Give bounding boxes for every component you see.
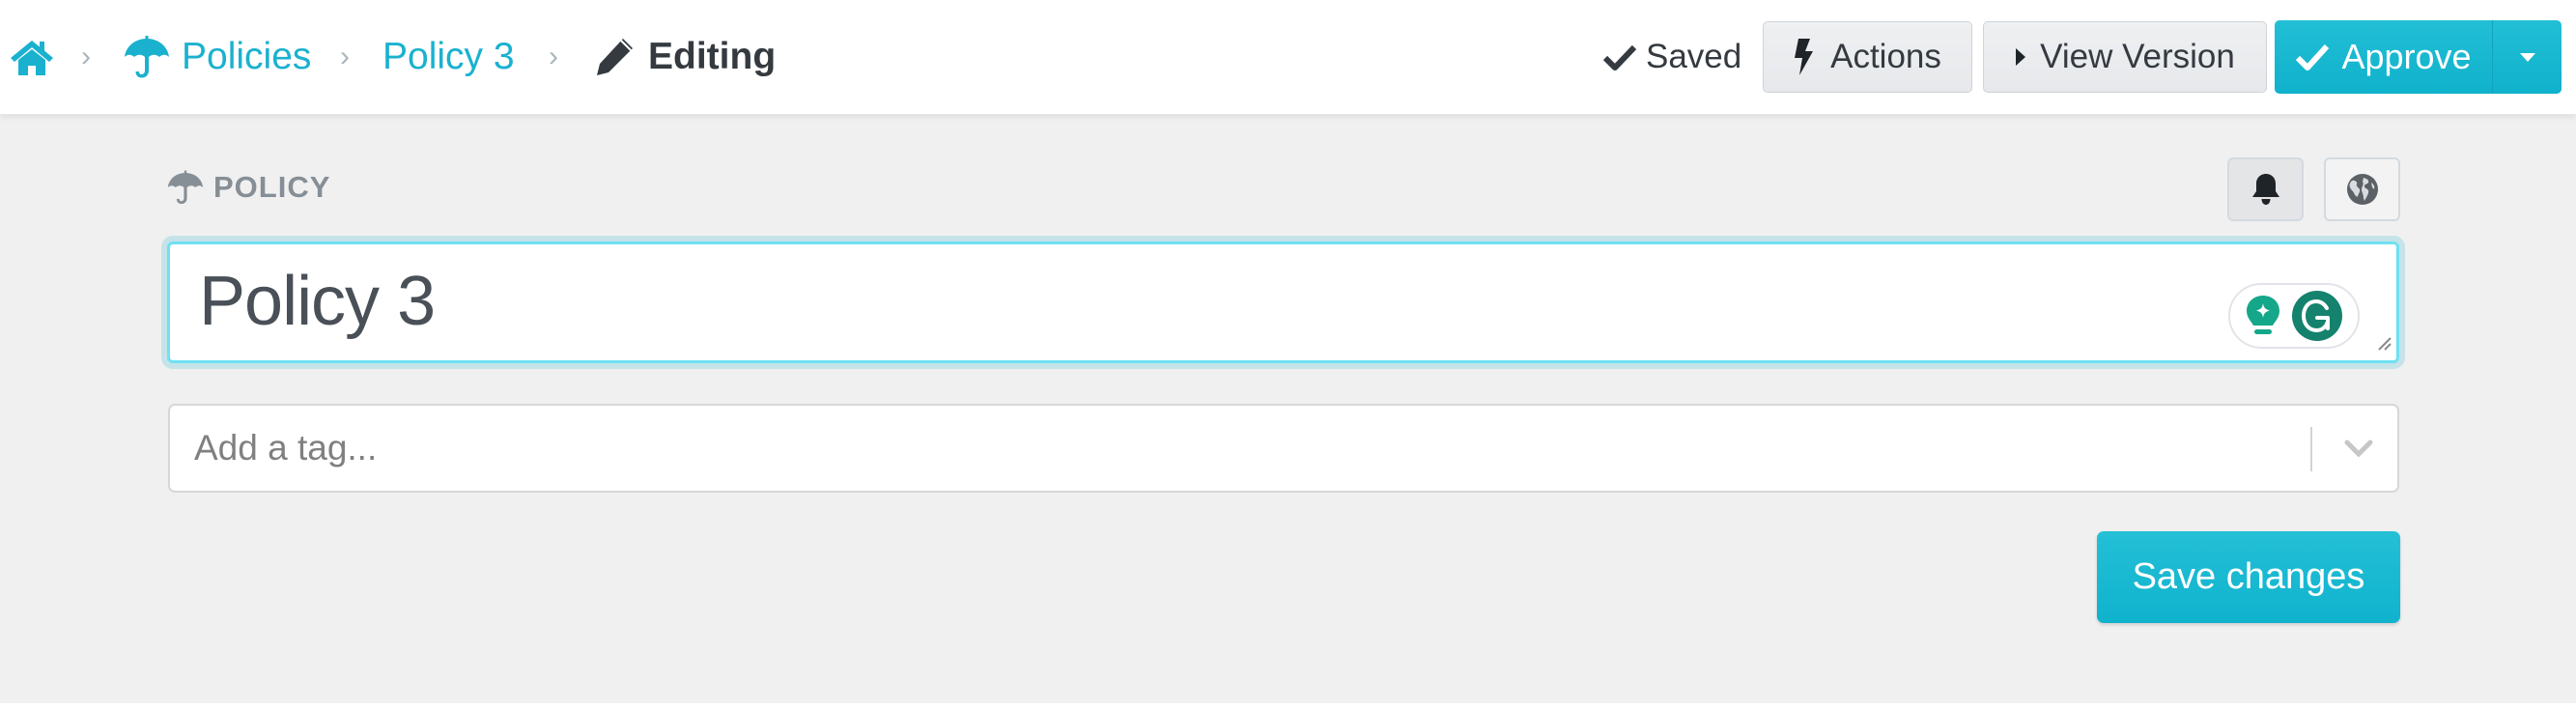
save-changes-button[interactable]: Save changes [2097, 531, 2400, 623]
policy-title-value: Policy 3 [199, 263, 436, 340]
breadcrumb-current: Editing [594, 0, 776, 114]
visibility-toggle[interactable] [2324, 157, 2400, 221]
view-version-button[interactable]: View Version [1983, 21, 2267, 93]
breadcrumb-separator: › [549, 41, 558, 72]
top-bar: › Policies › Policy 3 › Editing Saved Ac… [0, 0, 2576, 115]
save-status: Saved [1603, 0, 1741, 114]
bottom-edge [0, 703, 2576, 709]
home-icon [10, 38, 54, 76]
check-icon [2295, 43, 2330, 71]
approve-button-group: Approve [2275, 20, 2562, 94]
bell-icon [2250, 172, 2281, 207]
breadcrumb-policy-3[interactable]: Policy 3 [382, 0, 515, 114]
notifications-toggle[interactable] [2227, 157, 2304, 221]
approve-button-label: Approve [2341, 37, 2472, 76]
breadcrumb-home[interactable] [10, 0, 54, 114]
breadcrumb-editing-label: Editing [648, 36, 777, 77]
view-version-button-label: View Version [2040, 38, 2235, 75]
tag-input-separator [2310, 427, 2312, 471]
breadcrumb-separator: › [81, 41, 91, 72]
globe-icon [2346, 173, 2379, 206]
policy-title-input[interactable]: Policy 3 [167, 241, 2399, 363]
section-label-text: POLICY [213, 170, 331, 204]
breadcrumb-separator: › [340, 41, 350, 72]
bolt-icon [1794, 39, 1815, 75]
grammarly-icon[interactable] [2291, 290, 2343, 342]
tag-input[interactable]: Add a tag... [168, 404, 2399, 493]
check-icon [1603, 43, 1636, 71]
caret-right-icon [2015, 47, 2026, 67]
chevron-down-icon[interactable] [2341, 431, 2376, 470]
grammarly-widget[interactable] [2228, 283, 2360, 349]
breadcrumb-policies-label: Policies [182, 36, 312, 77]
actions-button-label: Actions [1830, 38, 1941, 75]
resize-handle-icon[interactable] [2375, 334, 2392, 356]
section-label: POLICY [167, 170, 330, 205]
pencil-icon [594, 37, 635, 77]
approve-dropdown-toggle[interactable] [2492, 20, 2562, 94]
caret-down-icon [2519, 52, 2536, 63]
tag-input-placeholder: Add a tag... [194, 428, 378, 468]
umbrella-icon [167, 170, 204, 205]
actions-button[interactable]: Actions [1763, 21, 1972, 93]
save-status-label: Saved [1646, 38, 1742, 75]
approve-button[interactable]: Approve [2275, 20, 2492, 94]
breadcrumb-policies[interactable]: Policies [124, 0, 311, 114]
lightbulb-icon[interactable] [2245, 294, 2281, 338]
umbrella-icon [124, 36, 170, 78]
